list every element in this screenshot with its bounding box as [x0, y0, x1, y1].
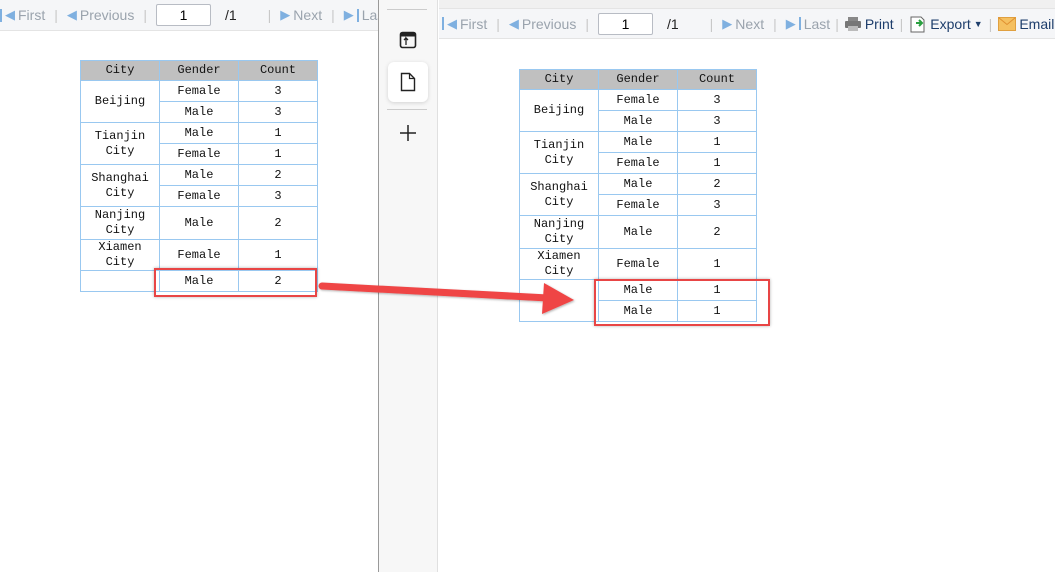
arrow-annotation	[318, 282, 574, 314]
arrow-icon	[318, 282, 574, 314]
